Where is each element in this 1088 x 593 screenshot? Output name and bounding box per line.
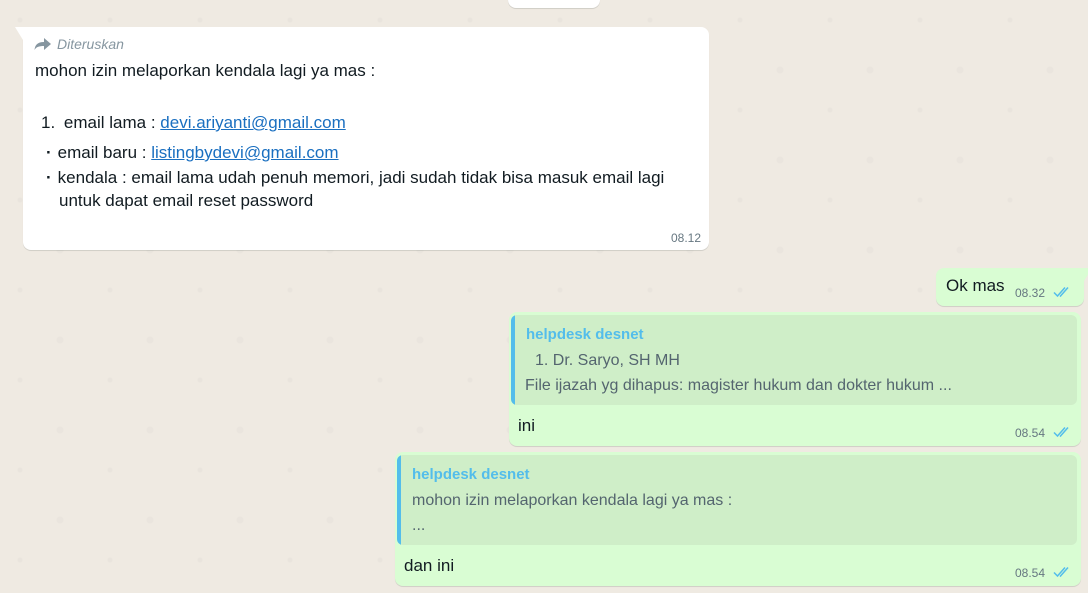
list-number: 1. xyxy=(41,113,56,132)
message-intro: mohon izin melaporkan kendala lagi ya ma… xyxy=(35,61,376,80)
quote-author: helpdesk desnet xyxy=(412,466,530,483)
message-time: 08.32 xyxy=(1015,286,1046,300)
bullet: · xyxy=(46,143,52,162)
outgoing-reply-message[interactable]: helpdesk desnet mohon izin melaporkan ke… xyxy=(395,452,1081,586)
list-item-text: kendala : email lama udah penuh memori, … xyxy=(57,168,665,187)
quoted-message[interactable]: helpdesk desnet 1. Dr. Saryo, SH MH File… xyxy=(511,315,1077,405)
forwarded-indicator: Diteruskan xyxy=(34,36,124,52)
email-link[interactable]: listingbydevi@gmail.com xyxy=(151,143,338,162)
quote-accent-bar xyxy=(511,315,515,405)
message-time: 08.12 xyxy=(670,231,701,245)
double-check-icon xyxy=(1053,427,1069,438)
message-text: dan ini xyxy=(404,556,455,575)
double-check-icon xyxy=(1053,287,1069,298)
forward-arrow-icon xyxy=(34,38,51,50)
quote-line: mohon izin melaporkan kendala lagi ya ma… xyxy=(412,492,733,509)
list-item: 1. email lama : devi.ariyanti@gmail.com xyxy=(41,111,346,135)
double-check-icon xyxy=(1053,567,1069,578)
quote-accent-bar xyxy=(397,455,401,545)
message-text: Ok mas xyxy=(946,276,1005,295)
message-text: ini xyxy=(518,416,536,435)
quoted-message[interactable]: helpdesk desnet mohon izin melaporkan ke… xyxy=(397,455,1077,545)
forwarded-label: Diteruskan xyxy=(57,36,124,52)
list-item-label: email lama : xyxy=(63,113,161,132)
quote-line: ... xyxy=(412,517,426,534)
outgoing-message[interactable]: Ok mas 08.32 xyxy=(936,268,1088,306)
email-link[interactable]: devi.ariyanti@gmail.com xyxy=(160,113,345,132)
incoming-message-forwarded[interactable]: Diteruskan mohon izin melaporkan kendala… xyxy=(15,27,709,250)
bullet: · xyxy=(46,168,52,187)
bubble-tail xyxy=(15,27,23,40)
quote-author: helpdesk desnet xyxy=(526,326,644,343)
message-time: 08.54 xyxy=(1015,566,1046,580)
quote-line: File ijazah yg dihapus: magister hukum d… xyxy=(525,377,952,394)
previous-message-stub xyxy=(508,0,600,8)
message-time: 08.54 xyxy=(1015,426,1046,440)
outgoing-reply-message[interactable]: helpdesk desnet 1. Dr. Saryo, SH MH File… xyxy=(509,312,1081,446)
list-item-continuation: untuk dapat email reset password xyxy=(59,191,314,210)
bubble-tail xyxy=(1084,268,1088,281)
list-item-label: email baru : xyxy=(57,143,152,162)
list-item: · email baru : listingbydevi@gmail.com xyxy=(46,141,339,165)
list-item: · kendala : email lama udah penuh memori,… xyxy=(46,166,664,190)
quote-line: 1. Dr. Saryo, SH MH xyxy=(535,352,680,369)
